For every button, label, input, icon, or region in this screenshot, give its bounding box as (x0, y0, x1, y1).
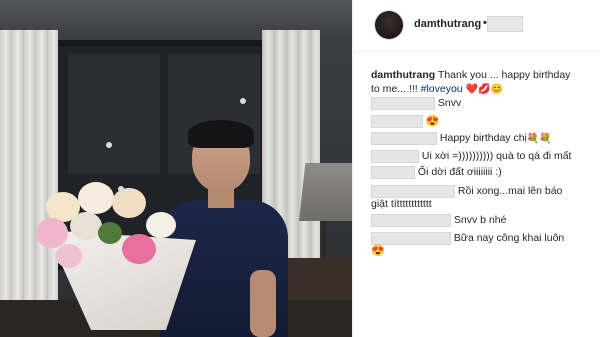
comment-text: Ui xời =)))))))))) quà to qá đi mất (421, 150, 572, 163)
window-light (106, 142, 112, 148)
caption-emojis: ❤️💋😊 (465, 84, 503, 95)
comment-text: Happy birthday chị (439, 132, 527, 145)
flower (112, 188, 146, 218)
post-photo[interactable] (0, 0, 352, 337)
flower (122, 234, 156, 264)
redacted-username (371, 150, 419, 163)
comment-item: 😍 (371, 115, 440, 128)
caption-text-line1: Thank you ... happy birthday (437, 69, 571, 81)
redacted-username (371, 185, 455, 198)
comment-item: Happy birthday chị 💐💐 (371, 132, 552, 145)
flower-bouquet (26, 182, 196, 332)
heart-eyes-icon: 😍 (371, 245, 385, 258)
post-caption: damthutrang Thank you ... happy birthday… (371, 68, 596, 97)
heart-eyes-icon: 😍 (425, 115, 440, 128)
comments-panel: damthutrang • damthutrang Thank you ... … (352, 0, 600, 337)
flower (78, 182, 114, 214)
follow-button-redacted[interactable] (487, 16, 523, 32)
caption-text-line2: to me... !!! (371, 83, 421, 95)
comment-text-continued: giật títttttttttttt (371, 198, 432, 211)
redacted-username (371, 214, 451, 227)
comment-text: Snvv b nhé (453, 214, 507, 227)
header-username[interactable]: damthutrang (414, 18, 481, 30)
comment-text: Rồi xong...mai lên báo (457, 185, 563, 198)
window-pane-left (68, 54, 160, 174)
post-header: damthutrang • (353, 0, 600, 52)
bouquet-icon: 💐💐 (526, 133, 552, 145)
flower (36, 218, 68, 248)
leaf (98, 222, 122, 244)
person-arm (250, 270, 276, 337)
avatar[interactable] (375, 11, 403, 39)
flower (146, 212, 176, 238)
caption-username[interactable]: damthutrang (371, 69, 435, 81)
redacted-username (371, 232, 451, 245)
comment-item: Ối dời đất ơiiiiiiii :) (371, 166, 502, 179)
comment-text: Ối dời đất ơiiiiiiii :) (417, 166, 502, 179)
comment-item: Bữa nay công khai luôn 😍 (371, 232, 564, 258)
comment-item: Ui xời =)))))))))) quà to qá đi mất (371, 150, 571, 163)
comment-item: Snvv (371, 97, 461, 110)
redacted-username (371, 132, 437, 145)
person-hair (188, 120, 254, 148)
flower (70, 212, 102, 240)
redacted-username (371, 115, 423, 128)
floor-lamp-shade (299, 163, 352, 221)
redacted-username (371, 166, 415, 179)
comment-item: Snvv b nhé (371, 214, 506, 227)
caption-hashtag[interactable]: #loveyou (421, 83, 463, 95)
window-light (240, 98, 246, 104)
comment-text: Bữa nay công khai luôn (453, 232, 565, 245)
redacted-username (371, 97, 435, 110)
flower (56, 244, 82, 268)
comment-item: Rồi xong...mai lên báo giật títttttttttt… (371, 185, 562, 211)
comment-text: Snvv (437, 97, 462, 110)
